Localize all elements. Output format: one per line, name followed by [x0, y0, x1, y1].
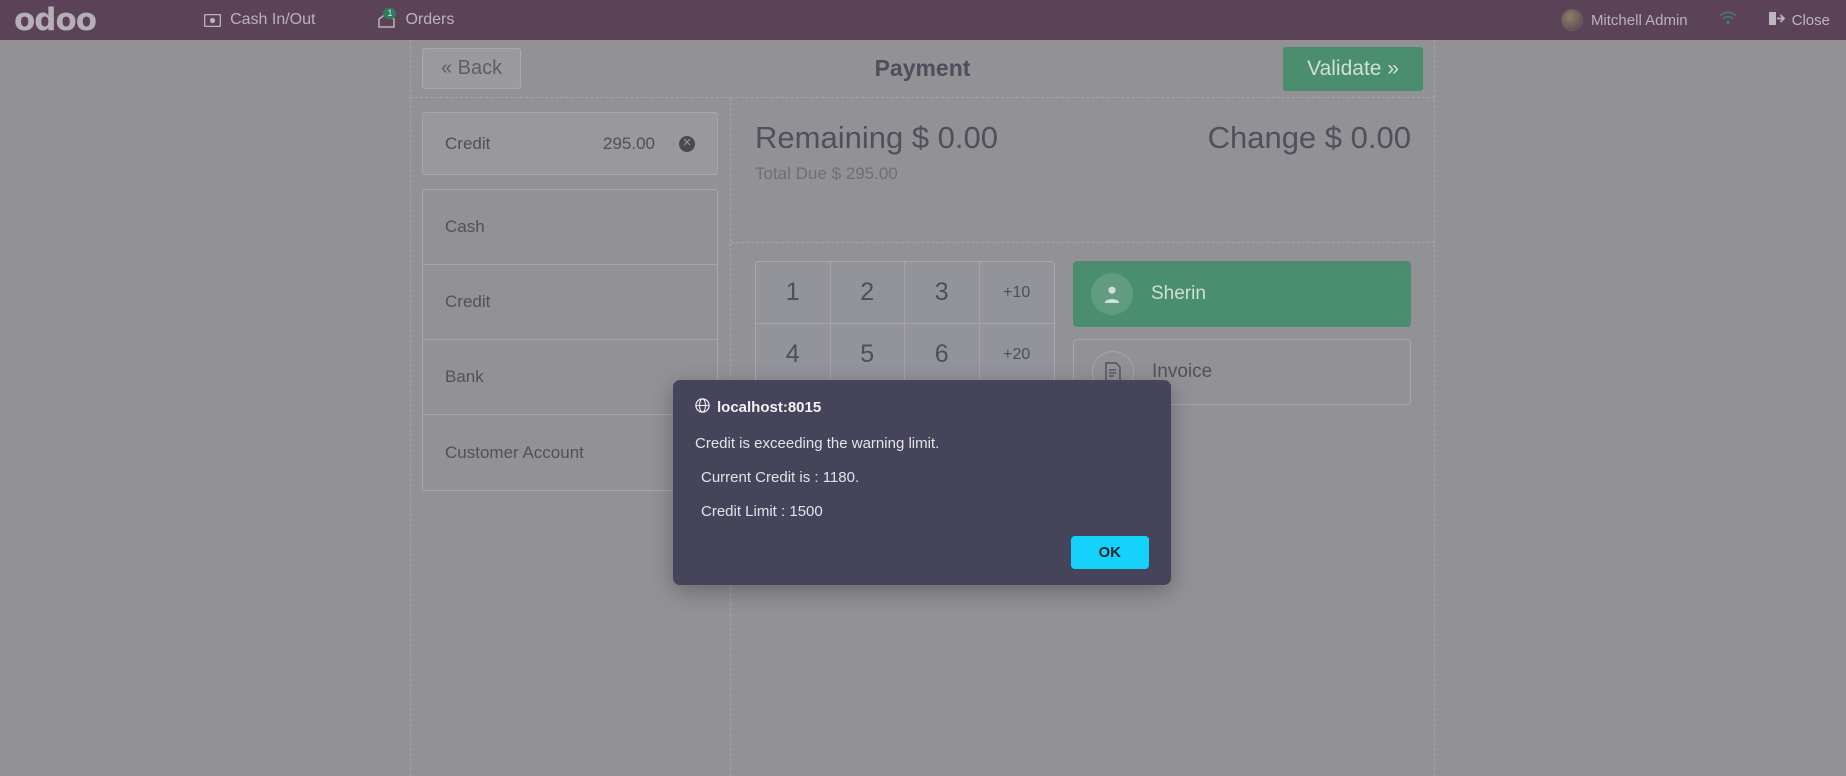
dialog-origin-row: localhost:8015 [695, 398, 1149, 417]
odoo-logo[interactable]: odoo [14, 2, 97, 38]
customer-name-label: Sherin [1151, 283, 1206, 304]
cash-in-out-label: Cash In/Out [230, 11, 316, 28]
pos-payment-screen: odoo Cash In/Out 1 Orders Mitchell Admin… [0, 0, 1846, 776]
total-due-value: $ 295.00 [831, 164, 898, 183]
frame-left-divider [410, 40, 411, 776]
numpad-key-3[interactable]: 3 [905, 262, 980, 324]
remaining-label: Remaining [755, 120, 904, 155]
numpad-key-plus20[interactable]: +20 [979, 324, 1054, 386]
wifi-icon[interactable] [1718, 11, 1738, 30]
dialog-actions: OK [1070, 536, 1149, 569]
validate-button[interactable]: Validate » [1283, 46, 1423, 91]
remaining-block: Remaining $ 0.00 [755, 120, 998, 156]
dialog-message-line-3: Credit Limit : 1500 [701, 503, 823, 520]
user-menu[interactable]: Mitchell Admin [1560, 9, 1688, 31]
person-icon [1091, 273, 1133, 315]
browser-alert-dialog: localhost:8015 Credit is exceeding the w… [673, 380, 1171, 585]
back-button[interactable]: « Back [422, 48, 522, 89]
avatar [1560, 9, 1583, 31]
total-due-label: Total Due [755, 164, 827, 183]
total-due-block: Total Due $ 295.00 [755, 164, 1411, 184]
user-name-label: Mitchell Admin [1590, 11, 1688, 29]
payment-line-name: Credit [445, 133, 491, 153]
orders-count-badge: 1 [383, 7, 397, 19]
totals-row: Remaining $ 0.00 Change $ 0.00 [755, 120, 1411, 156]
payment-line-amount: 295.00 [603, 133, 655, 153]
orders-button[interactable]: 1 Orders [377, 7, 455, 29]
numpad-key-4[interactable]: 4 [756, 324, 831, 386]
cash-icon [204, 13, 222, 27]
payment-method-cash[interactable]: Cash [423, 190, 717, 265]
topbar-right: Mitchell Admin Close [1560, 9, 1830, 31]
close-label: Close [1791, 11, 1830, 29]
payment-method-credit[interactable]: Credit [423, 265, 717, 340]
change-value: $ 0.00 [1324, 120, 1411, 155]
numpad-key-plus10[interactable]: +10 [979, 262, 1054, 324]
change-label: Change [1207, 120, 1317, 155]
ok-button[interactable]: OK [1070, 536, 1149, 569]
payment-line[interactable]: Credit 295.00 ✕ [422, 112, 718, 175]
change-block: Change $ 0.00 [1208, 120, 1411, 156]
globe-icon [695, 398, 710, 417]
numpad-key-5[interactable]: 5 [830, 324, 905, 386]
dialog-message-line-1: Credit is exceeding the warning limit. [695, 435, 940, 452]
topbar-nav: Cash In/Out 1 Orders [204, 7, 455, 29]
delete-circle-icon[interactable]: ✕ [679, 135, 695, 152]
close-button[interactable]: Close [1768, 11, 1830, 30]
remaining-value: $ 0.00 [911, 120, 999, 155]
numpad-key-1[interactable]: 1 [756, 262, 831, 324]
dialog-origin-label: localhost:8015 [717, 399, 822, 416]
orders-label: Orders [405, 11, 455, 28]
logout-icon [1768, 11, 1785, 30]
payment-action-row: « Back Payment Validate » [410, 40, 1435, 98]
payment-totals: Remaining $ 0.00 Change $ 0.00 Total Due… [731, 98, 1435, 243]
top-navigation-bar: odoo Cash In/Out 1 Orders Mitchell Admin… [0, 0, 1846, 40]
customer-button[interactable]: Sherin [1073, 261, 1411, 327]
cash-in-out-button[interactable]: Cash In/Out [204, 11, 315, 29]
numpad-key-6[interactable]: 6 [905, 324, 980, 386]
numpad-key-2[interactable]: 2 [830, 262, 905, 324]
payment-lines-list: Credit 295.00 ✕ [422, 112, 718, 175]
page-title: Payment [874, 55, 971, 81]
numpad: 1 2 3 +10 4 5 6 +20 [755, 261, 1055, 387]
orders-icon: 1 [377, 7, 397, 29]
dialog-message-line-2: Current Credit is : 1180. [701, 469, 860, 486]
